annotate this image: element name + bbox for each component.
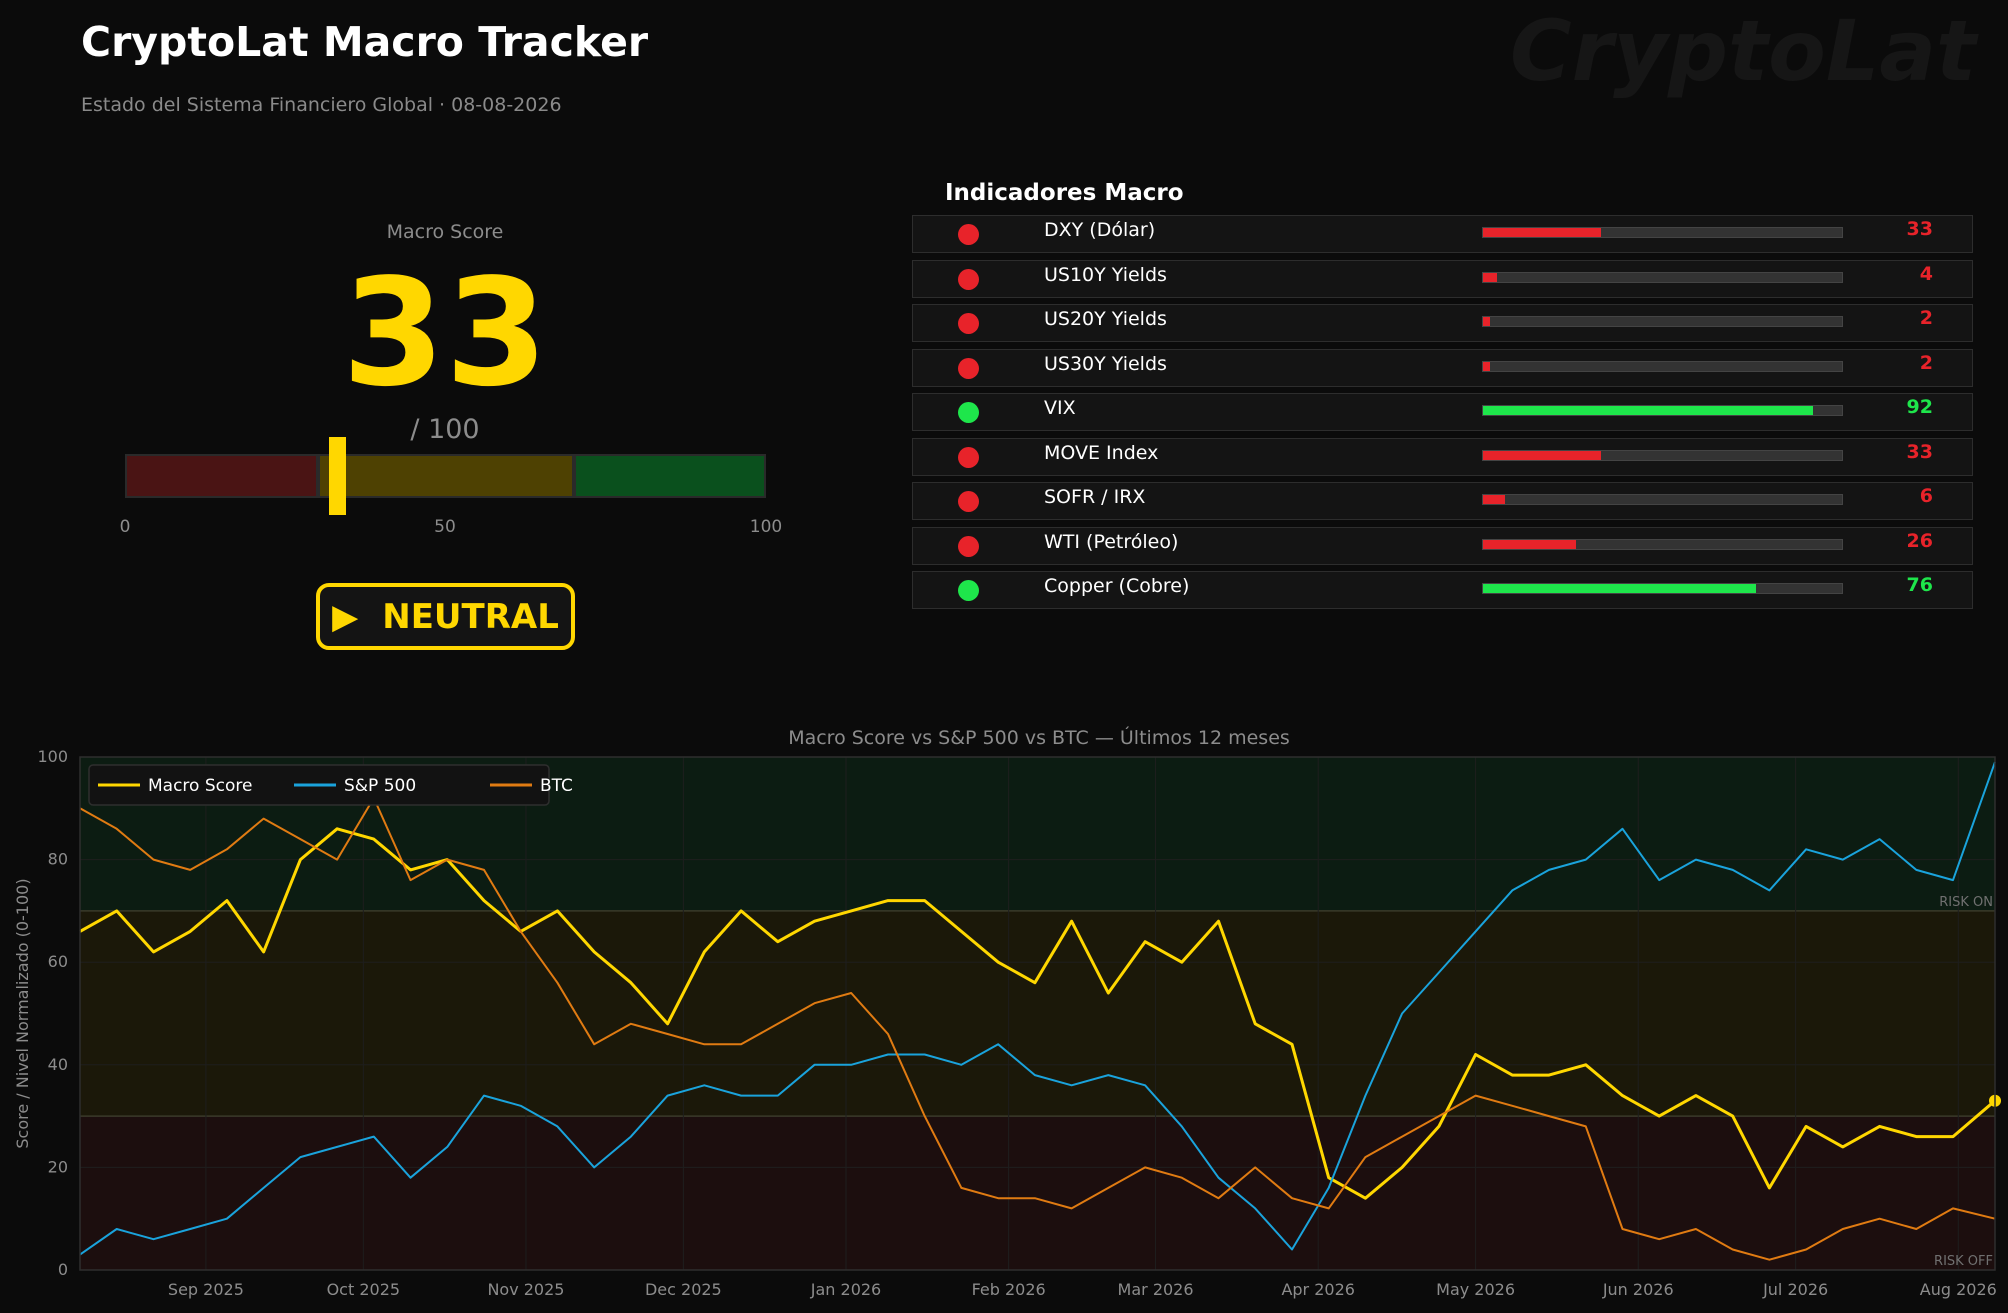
status-dot-icon — [958, 402, 979, 423]
zone-label: RISK OFF — [1934, 1254, 1993, 1269]
indicator-name: Copper (Cobre) — [1044, 575, 1190, 597]
gauge-tick-label: 50 — [434, 517, 456, 537]
y-tick-label: 100 — [37, 747, 68, 766]
indicator-name: US30Y Yields — [1044, 352, 1167, 375]
indicator-bar — [1482, 227, 1843, 238]
status-dot-icon — [958, 224, 979, 245]
indicator-row: WTI (Petróleo) 26 — [912, 526, 1973, 565]
status-badge: ▶ NEUTRAL — [316, 583, 575, 650]
status-dot-icon — [958, 357, 979, 379]
indicator-name: SOFR / IRX — [1044, 486, 1146, 508]
status-label: NEUTRAL — [382, 596, 559, 637]
indicator-row: Copper (Cobre) 76 — [912, 571, 1973, 609]
indicator-row: VIX 92 — [912, 393, 1973, 431]
indicator-bar-fill — [1483, 539, 1577, 549]
y-tick-label: 40 — [48, 1055, 68, 1074]
x-tick-label: Sep 2025 — [168, 1280, 244, 1299]
page-subtitle: Estado del Sistema Financiero Global · 0… — [81, 94, 562, 116]
gauge-zone-risk-off — [125, 454, 318, 498]
indicator-value: 6 — [1919, 485, 1933, 507]
zone-label: RISK ON — [1939, 895, 1993, 910]
y-axis-label: Score / Nivel Normalizado (0-100) — [13, 878, 32, 1148]
indicator-name: US20Y Yields — [1044, 308, 1167, 330]
legend-label: Macro Score — [148, 776, 252, 796]
legend-label: S&P 500 — [344, 776, 416, 796]
indicator-bar — [1482, 360, 1843, 372]
indicator-value: 76 — [1906, 574, 1933, 596]
status-dot-icon — [958, 491, 979, 512]
indicator-bar — [1482, 494, 1843, 505]
y-tick-label: 60 — [48, 952, 68, 971]
x-tick-label: Jul 2026 — [1762, 1280, 1828, 1299]
x-tick-label: Jun 2026 — [1602, 1280, 1674, 1299]
x-tick-label: Aug 2026 — [1920, 1280, 1997, 1299]
indicator-bar — [1482, 271, 1843, 283]
indicator-bar — [1482, 583, 1843, 594]
indicator-row: DXY (Dólar) 33 — [912, 215, 1973, 253]
indicators-title: Indicadores Macro — [945, 180, 1184, 206]
status-dot-icon — [958, 580, 979, 601]
indicator-row: US30Y Yields 2 — [912, 348, 1973, 387]
indicator-bar-fill — [1483, 361, 1491, 371]
indicator-name: DXY (Dólar) — [1044, 219, 1156, 241]
indicator-value: 4 — [1919, 262, 1933, 285]
indicator-bar — [1482, 316, 1843, 327]
indicator-row: SOFR / IRX 6 — [912, 482, 1973, 520]
x-tick-label: Dec 2025 — [645, 1280, 722, 1299]
y-tick-label: 80 — [48, 850, 68, 869]
x-tick-label: Jan 2026 — [810, 1280, 881, 1299]
x-tick-label: Feb 2026 — [972, 1280, 1046, 1299]
indicator-name: VIX — [1044, 397, 1076, 419]
indicator-value: 33 — [1906, 440, 1933, 463]
gauge-tick-label: 100 — [749, 517, 783, 537]
play-icon: ▶ — [332, 596, 359, 637]
gauge-zone-neutral — [318, 454, 574, 498]
indicator-bar-fill — [1483, 228, 1602, 237]
indicator-value: 2 — [1919, 307, 1933, 329]
gauge-tick-label: 0 — [119, 517, 131, 537]
indicator-value: 2 — [1919, 351, 1933, 374]
x-tick-label: Mar 2026 — [1118, 1280, 1194, 1299]
gauge-zone-risk-on — [574, 454, 766, 498]
indicator-name: WTI (Petróleo) — [1044, 530, 1179, 553]
x-tick-label: Nov 2025 — [487, 1280, 564, 1299]
indicator-bar — [1482, 449, 1843, 461]
score-value: 33 — [342, 247, 548, 419]
zone-band — [80, 910, 1995, 1117]
indicator-name: MOVE Index — [1044, 441, 1159, 464]
indicator-bar-fill — [1483, 450, 1602, 460]
indicator-bar — [1482, 405, 1843, 416]
score-label: Macro Score — [386, 221, 504, 243]
indicator-value: 92 — [1906, 396, 1933, 418]
status-dot-icon — [958, 535, 979, 557]
indicator-name: US10Y Yields — [1044, 263, 1167, 286]
indicator-bar-fill — [1483, 584, 1756, 593]
status-dot-icon — [958, 268, 979, 290]
x-tick-label: Apr 2026 — [1281, 1280, 1354, 1299]
indicator-bar-fill — [1483, 495, 1505, 504]
indicator-bar-fill — [1483, 317, 1491, 326]
indicator-bar — [1482, 538, 1843, 550]
y-tick-label: 0 — [58, 1260, 68, 1279]
indicator-row: US10Y Yields 4 — [912, 259, 1973, 298]
legend-label: BTC — [540, 776, 573, 796]
indicator-value: 33 — [1906, 218, 1933, 240]
indicator-value: 26 — [1906, 529, 1933, 552]
indicator-row: US20Y Yields 2 — [912, 304, 1973, 342]
line-chart: RISK ON RISK OFF 0 20 40 60 80 100 Sep 2025 Oct 2… — [13, 747, 2001, 1299]
x-tick-label: May 2026 — [1436, 1280, 1515, 1299]
status-dot-icon — [958, 446, 979, 468]
x-tick-label: Oct 2025 — [327, 1280, 400, 1299]
watermark-logo: CryptoLat — [1510, 2, 1977, 100]
indicator-row: MOVE Index 33 — [912, 437, 1973, 476]
page-title: CryptoLat Macro Tracker — [81, 18, 649, 66]
score-max: / 100 — [410, 414, 480, 445]
indicator-bar-fill — [1483, 272, 1498, 282]
status-dot-icon — [958, 313, 979, 334]
y-tick-label: 20 — [48, 1157, 68, 1176]
indicator-bar-fill — [1483, 406, 1814, 415]
gauge-marker — [328, 437, 346, 515]
